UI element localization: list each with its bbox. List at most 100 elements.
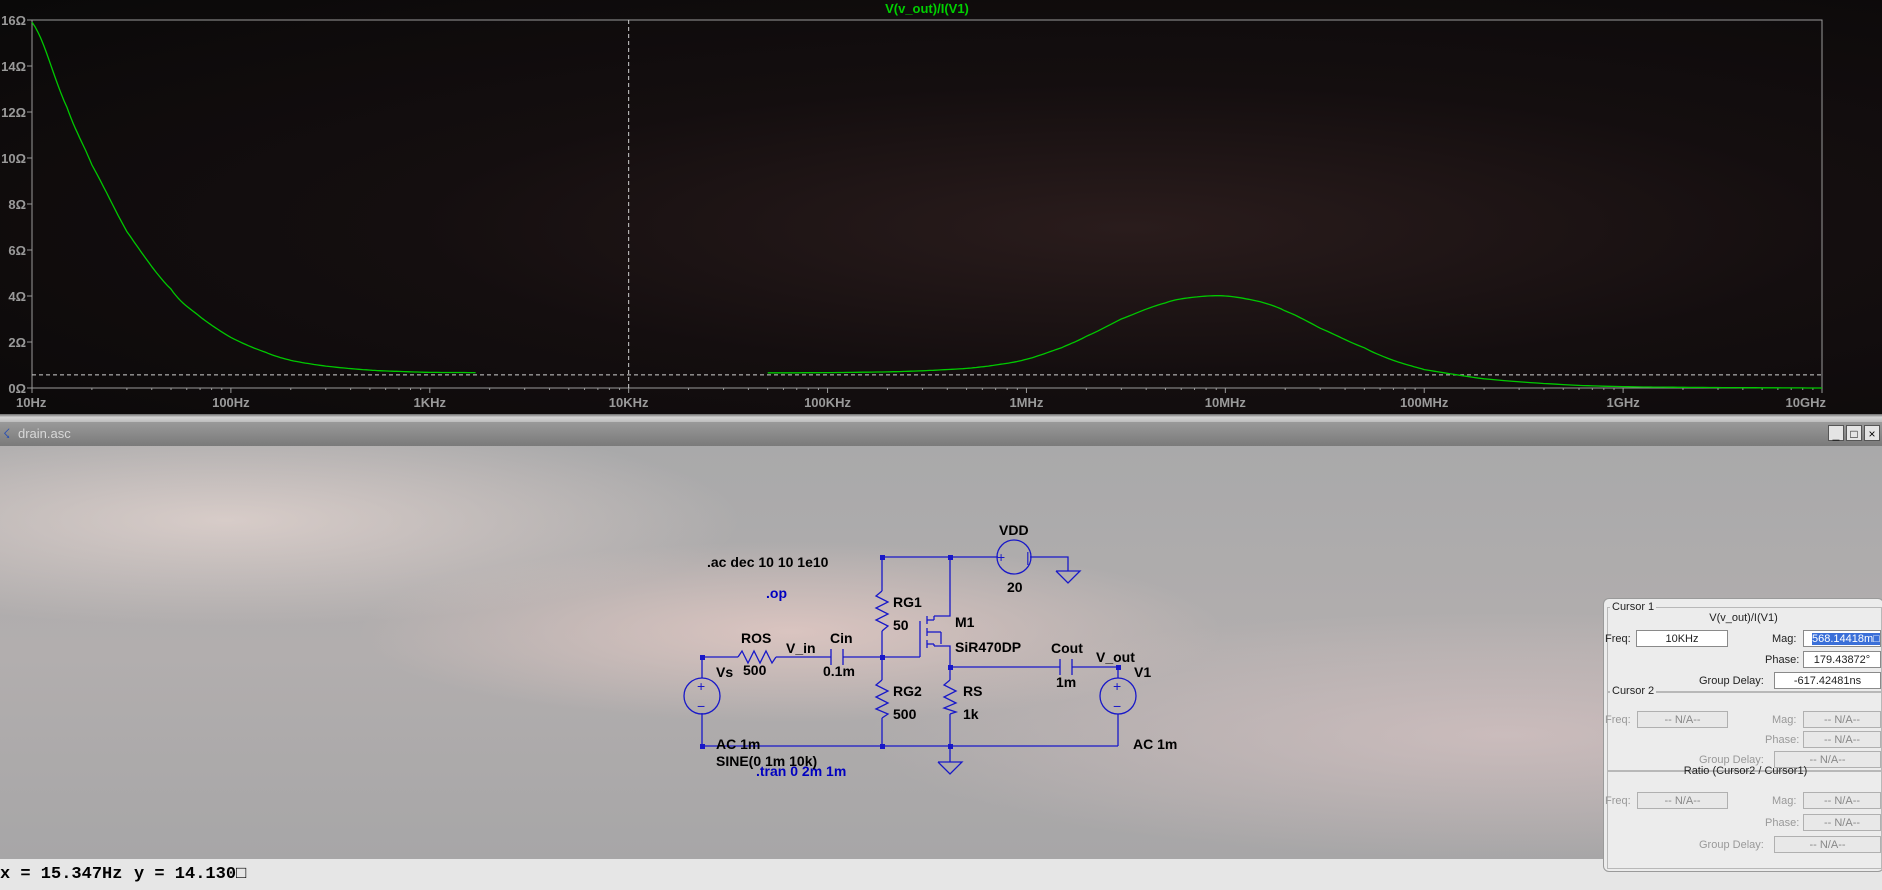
cin-value[interactable]: 0.1m [823,663,855,679]
x-tick-label: 1KHz [414,395,447,410]
net-v-out[interactable]: V_out [1096,649,1135,665]
vs-sine-value[interactable]: SINE(0 1m 10k) [716,753,817,769]
schematic-title-bar[interactable]: ☇ drain.asc _ □ × [0,422,1882,446]
y-tick-label: 12Ω [1,105,26,120]
ac-directive[interactable]: .ac dec 10 10 1e10 [707,554,829,570]
x-tick-label: 10Hz [16,395,47,410]
ground-symbol-main [937,761,964,775]
cursor-crosshair[interactable] [32,20,1822,388]
cout-name[interactable]: Cout [1051,640,1083,656]
wires [701,556,1119,762]
svg-text:+: + [997,549,1005,565]
cursor2-phase-field[interactable]: -- N/A-- [1803,731,1881,748]
cursor2-freq-label: Freq: [1605,714,1631,726]
pane-splitter[interactable] [0,414,1882,422]
trace-label[interactable]: V(v_out)/I(V1) [885,1,969,16]
vdd-value[interactable]: 20 [1007,579,1023,595]
status-y-readout: y = 14.130□ [134,865,247,884]
rs-name[interactable]: RS [963,683,982,699]
cursor1-group-delay-label: Group Delay: [1699,675,1764,687]
maximize-button[interactable]: □ [1846,425,1862,441]
ratio-group-label: Ratio (Cursor2 / Cursor1) [1683,765,1808,777]
trace-line[interactable] [31,21,1822,389]
x-tick-label: 10GHz [1786,395,1827,410]
cin-name[interactable]: Cin [830,630,853,646]
cursor1-phase-label: Phase: [1765,654,1800,666]
cursor1-group-delay-field[interactable]: -617.42481ns [1774,672,1881,689]
cursor1-mag-label: Mag: [1772,633,1797,645]
cout-value[interactable]: 1m [1056,674,1076,690]
waveform-plot-pane[interactable]: V(v_out)/I(V1) 16Ω 14Ω 12Ω 10Ω 8Ω 6Ω 4Ω 2Ω 0Ω 10… [0,0,1882,414]
x-tick-label: 100KHz [804,395,851,410]
cursor1-mag-value: 568.14418m□ [1812,633,1880,645]
rg2-resistor-symbol [874,679,890,719]
ros-value[interactable]: 500 [743,662,767,678]
x-tick-label: 1GHz [1606,395,1640,410]
y-tick-label: 6Ω [8,243,26,258]
rg1-name[interactable]: RG1 [893,594,922,610]
m1-name[interactable]: M1 [955,614,975,630]
ros-name[interactable]: ROS [741,630,771,646]
rg2-value[interactable]: 500 [893,706,917,722]
x-tick-label: 10KHz [609,395,649,410]
rg1-resistor-symbol [874,590,890,632]
ratio-phase-label: Phase: [1765,817,1800,829]
cursor2-group-label: Cursor 2 [1610,685,1657,697]
rs-resistor-symbol [942,679,959,715]
cursor2-mag-field[interactable]: -- N/A-- [1803,711,1881,728]
m1-value[interactable]: SiR470DP [955,639,1021,655]
cursor2-mag-label: Mag: [1772,714,1797,726]
cursor1-trace-name: V(v_out)/I(V1) [1709,612,1778,624]
vs-name[interactable]: Vs [716,664,733,680]
vdd-name[interactable]: VDD [999,522,1029,538]
y-tick-label: 4Ω [8,289,26,304]
ground-symbol-vdd [1055,570,1082,584]
cursor-readout-dialog[interactable]: Cursor 1 V(v_out)/I(V1) Freq: 10KHz Mag:… [1603,598,1882,872]
plot-frame [31,19,1823,389]
schematic-canvas[interactable]: + | + − + − .ac dec 10 10 1e10 .op .tran 0 … [0,446,1882,859]
cursor2-freq-field[interactable]: -- N/A-- [1637,711,1728,728]
schematic-window-title: drain.asc [18,426,71,441]
svg-text:+: + [697,678,705,694]
cursor2-phase-label: Phase: [1765,734,1800,746]
v1-name[interactable]: V1 [1134,664,1151,680]
cursor1-freq-label: Freq: [1605,633,1631,645]
waveform-plot[interactable]: V(v_out)/I(V1) 16Ω 14Ω 12Ω 10Ω 8Ω 6Ω 4Ω 2Ω 0Ω 10… [0,0,1882,414]
x-tick-label: 1MHz [1009,395,1043,410]
rg1-value[interactable]: 50 [893,617,909,633]
rs-value[interactable]: 1k [963,706,979,722]
ratio-group-delay-field[interactable]: -- N/A-- [1774,836,1881,853]
cursor1-freq-field[interactable]: 10KHz [1636,630,1728,647]
ratio-freq-field[interactable]: -- N/A-- [1637,792,1728,809]
rg2-name[interactable]: RG2 [893,683,922,699]
status-bar: x = 15.347Hz y = 14.130□ [0,859,1882,890]
vs-ac-value[interactable]: AC 1m [716,736,760,752]
svg-text:|: | [1026,549,1030,565]
net-v-in[interactable]: V_in [786,640,816,656]
svg-text:+: + [1113,678,1121,694]
op-directive[interactable]: .op [766,585,787,601]
y-tick-label: 16Ω [1,13,26,28]
schematic-window-icon: ☇ [3,426,11,441]
y-tick-label: 0Ω [8,381,26,396]
close-button[interactable]: × [1864,425,1880,441]
svg-text:−: − [697,698,705,714]
svg-text:−: − [1113,698,1121,714]
y-tick-label: 2Ω [8,335,26,350]
status-x-readout: x = 15.347Hz [0,865,123,884]
x-tick-label: 100Hz [212,395,250,410]
y-tick-label: 14Ω [1,59,26,74]
v1-ac-value[interactable]: AC 1m [1133,736,1177,752]
y-axis: 16Ω 14Ω 12Ω 10Ω 8Ω 6Ω 4Ω 2Ω 0Ω [1,13,32,396]
ratio-mag-field[interactable]: -- N/A-- [1803,792,1881,809]
ratio-freq-label: Freq: [1605,795,1631,807]
minimize-button[interactable]: _ [1828,425,1844,441]
ratio-phase-field[interactable]: -- N/A-- [1803,814,1881,831]
y-tick-label: 8Ω [8,197,26,212]
ratio-group-delay-label: Group Delay: [1699,839,1764,851]
ratio-mag-label: Mag: [1772,795,1797,807]
x-tick-label: 100MHz [1400,395,1449,410]
cursor1-mag-field[interactable]: 568.14418m□ [1803,630,1881,647]
cursor1-phase-field[interactable]: 179.43872° [1803,651,1881,668]
x-tick-label: 10MHz [1205,395,1247,410]
